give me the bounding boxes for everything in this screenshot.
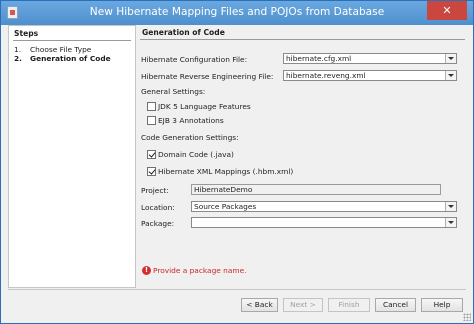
title-divider <box>140 39 465 40</box>
ejb3-checkbox[interactable] <box>147 116 156 125</box>
ejb3-label[interactable]: EJB 3 Annotations <box>158 116 224 125</box>
steps-panel: Steps 1. Choose File Type 2. Generation of… <box>8 25 136 288</box>
step-item-generation-of-code: 2. Generation of Code <box>14 54 111 63</box>
reveng-file-value: hibernate.reveng.xml <box>286 71 366 80</box>
next-button[interactable]: Next > <box>283 298 323 312</box>
main-panel: Generation of Code Hibernate Configurati… <box>137 25 465 288</box>
xml-mappings-checkbox[interactable] <box>147 167 156 176</box>
chevron-down-icon[interactable] <box>445 54 456 63</box>
window-title: New Hibernate Mapping Files and POJOs fr… <box>89 6 385 18</box>
reveng-file-label: Hibernate Reverse Engineering File: <box>141 72 274 81</box>
chevron-down-icon[interactable] <box>445 71 456 80</box>
location-value: Source Packages <box>194 202 257 211</box>
jdk5-label[interactable]: JDK 5 Language Features <box>158 102 251 111</box>
back-button[interactable]: < Back <box>241 298 278 312</box>
package-combo[interactable] <box>191 217 457 228</box>
help-button[interactable]: Help <box>421 298 463 312</box>
package-label: Package: <box>141 219 175 228</box>
step-label: Choose File Type <box>30 45 92 54</box>
domain-code-checkbox[interactable] <box>147 150 156 159</box>
close-button[interactable]: ✕ <box>427 1 467 20</box>
domain-code-label[interactable]: Domain Code (.java) <box>158 150 234 159</box>
steps-divider <box>13 40 131 41</box>
general-settings-label: General Settings: <box>141 87 206 96</box>
location-label: Location: <box>141 203 175 212</box>
steps-title: Steps <box>14 29 39 38</box>
code-generation-label: Code Generation Settings: <box>141 133 239 142</box>
project-label: Project: <box>141 186 169 195</box>
step-label: Generation of Code <box>30 54 111 63</box>
chevron-down-icon[interactable] <box>445 202 456 211</box>
step-number: 2. <box>14 54 22 63</box>
page-title: Generation of Code <box>142 28 225 37</box>
error-icon: ! <box>142 266 151 275</box>
title-bar[interactable]: New Hibernate Mapping Files and POJOs fr… <box>1 1 473 25</box>
config-file-combo[interactable]: hibernate.cfg.xml <box>283 53 457 64</box>
resize-grip[interactable] <box>463 313 471 321</box>
project-value: HibernateDemo <box>194 185 253 194</box>
step-item-choose-file-type: 1. Choose File Type <box>14 45 91 54</box>
wizard-window: New Hibernate Mapping Files and POJOs fr… <box>0 0 474 324</box>
reveng-file-combo[interactable]: hibernate.reveng.xml <box>283 70 457 81</box>
project-field: HibernateDemo <box>191 184 441 195</box>
xml-mappings-label[interactable]: Hibernate XML Mappings (.hbm.xml) <box>158 167 293 176</box>
config-file-label: Hibernate Configuration File: <box>141 55 248 64</box>
step-number: 1. <box>14 45 22 54</box>
error-message: Provide a package name. <box>153 266 247 275</box>
footer-divider <box>8 289 466 290</box>
location-combo[interactable]: Source Packages <box>191 201 457 212</box>
config-file-value: hibernate.cfg.xml <box>286 54 352 63</box>
cancel-button[interactable]: Cancel <box>375 298 416 312</box>
finish-button[interactable]: Finish <box>328 298 370 312</box>
chevron-down-icon[interactable] <box>445 218 456 227</box>
jdk5-checkbox[interactable] <box>147 102 156 111</box>
